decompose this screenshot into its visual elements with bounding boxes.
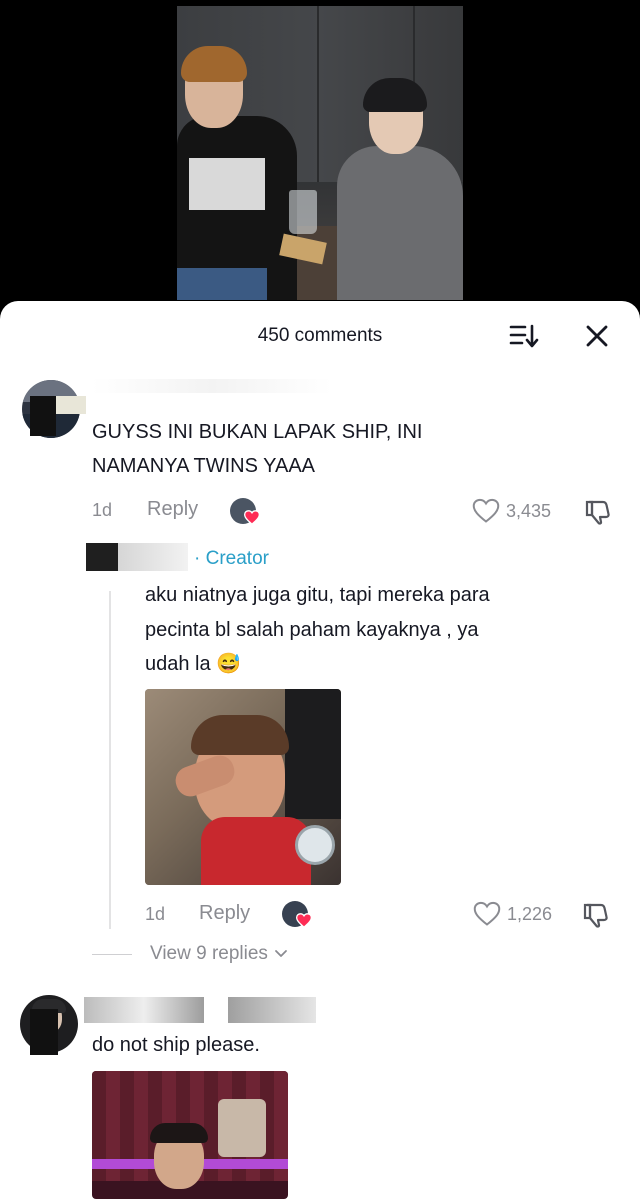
- comment-count: 450 comments: [257, 325, 383, 346]
- username-blurred: [118, 543, 188, 571]
- creator-liked-avatar: [230, 498, 260, 525]
- like-count: 1,226: [507, 903, 553, 924]
- video-jeans: [177, 268, 267, 300]
- view-replies-button[interactable]: View 9 replies: [92, 943, 288, 965]
- video-cup: [289, 190, 317, 234]
- video-player[interactable]: [0, 0, 640, 320]
- username-blurred: [92, 379, 332, 393]
- comment-text: aku niatnya juga gitu, tapi mereka para: [145, 584, 490, 606]
- censor-block: [30, 396, 56, 436]
- reply-button[interactable]: Reply: [199, 902, 250, 925]
- username-blurred: [84, 997, 204, 1023]
- video-person-right-blanket: [337, 146, 463, 300]
- comment-text: NAMANYA TWINS YAAA: [92, 455, 316, 477]
- close-icon[interactable]: [582, 321, 612, 351]
- video-frame[interactable]: [177, 6, 463, 300]
- heart-outline-icon: [473, 901, 501, 926]
- reply-button[interactable]: Reply: [147, 498, 198, 521]
- creator-liked-avatar: [282, 901, 312, 928]
- username-blurred: [228, 997, 316, 1023]
- reply-gif[interactable]: [145, 689, 341, 885]
- thread-line: [109, 591, 111, 929]
- like-button[interactable]: 3,435: [472, 498, 551, 524]
- comment-text: do not ship please.: [92, 1034, 260, 1056]
- view-replies-label: View 9 replies: [150, 943, 268, 964]
- comment-time: 1d: [145, 904, 166, 924]
- comments-sheet: 450 comments GUYSS INI BUKAN LAPAK SHIP,…: [0, 301, 640, 1199]
- comments-header: 450 comments: [0, 301, 640, 367]
- video-person-left-hair: [181, 46, 247, 82]
- comment-text-line: udah la: [145, 653, 211, 675]
- comment-text: udah la 😅: [145, 647, 241, 681]
- comment-text: pecinta bl salah paham kayaknya , ya: [145, 619, 479, 641]
- chevron-down-icon: [275, 950, 287, 957]
- sweat-smile-emoji: 😅: [216, 653, 242, 675]
- censor-block: [30, 1009, 58, 1055]
- divider: [92, 953, 132, 955]
- creator-label: · Creator: [194, 548, 269, 569]
- avatar[interactable]: [86, 543, 118, 571]
- like-count: 3,435: [506, 500, 552, 521]
- censor-block: [56, 396, 86, 414]
- thumbs-down-icon[interactable]: [583, 901, 611, 929]
- video-wall-seam: [317, 6, 319, 183]
- comment-text: GUYSS INI BUKAN LAPAK SHIP, INI: [92, 421, 423, 443]
- like-button[interactable]: 1,226: [473, 901, 552, 927]
- sort-icon[interactable]: [508, 323, 540, 349]
- comment-gif[interactable]: [92, 1071, 288, 1199]
- thumbs-down-icon[interactable]: [585, 498, 613, 526]
- heart-outline-icon: [472, 498, 500, 523]
- comment-time: 1d: [92, 500, 113, 520]
- video-shirt-print: [189, 158, 265, 210]
